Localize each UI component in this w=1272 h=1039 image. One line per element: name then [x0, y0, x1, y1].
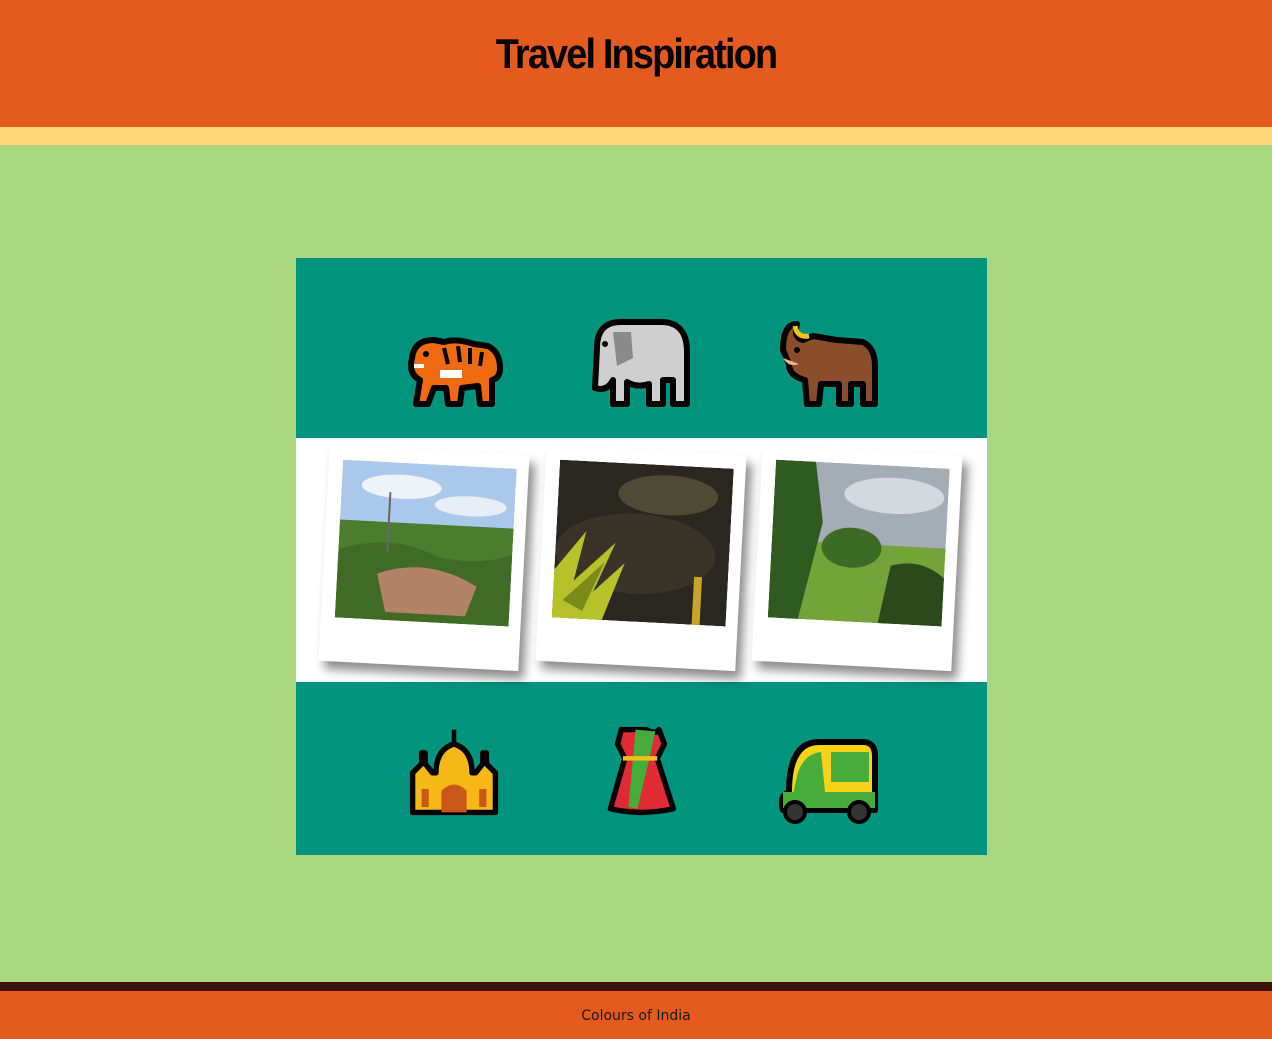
elephant-icon: [591, 318, 691, 408]
auto-rickshaw-icon: [779, 736, 879, 826]
hindu-temple-icon: [404, 726, 504, 816]
park-photo: [318, 444, 530, 672]
page-header: Travel Inspiration: [0, 0, 1272, 127]
ox-icon: [779, 318, 879, 408]
footer-text: Colours of India: [581, 1008, 691, 1024]
footer-divider: [0, 982, 1272, 991]
paddy-field-photo: [751, 444, 963, 672]
sari-icon: [591, 726, 691, 816]
page-footer: Colours of India: [0, 991, 1272, 1039]
cafe-plant-photo: [535, 444, 747, 672]
page-title: Travel Inspiration: [495, 30, 778, 77]
header-stripe: [0, 127, 1272, 145]
gallery-panel: [296, 258, 987, 855]
tiger-icon: [404, 318, 504, 408]
